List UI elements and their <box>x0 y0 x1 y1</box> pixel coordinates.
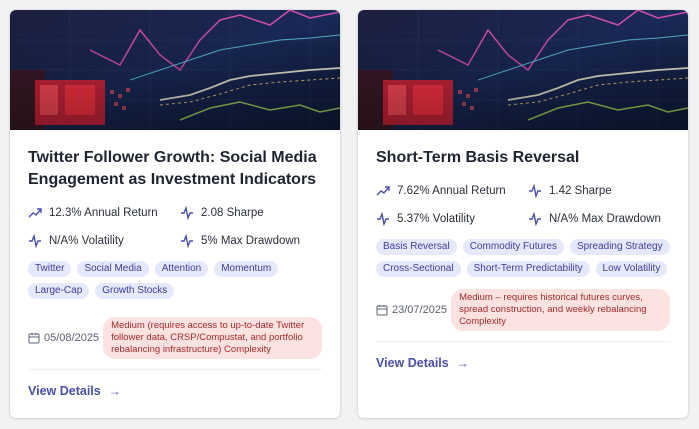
tag[interactable]: Cross-Sectional <box>376 261 461 277</box>
metric-value: 5.37% Volatility <box>397 213 475 225</box>
strategy-card[interactable]: Twitter Follower Growth: Social Media En… <box>10 10 340 418</box>
arrow-right-icon: → <box>456 356 469 370</box>
tag[interactable]: Spreading Strategy <box>569 239 670 255</box>
annual-return-metric: 12.3% Annual Return <box>28 205 180 221</box>
view-details-label: View Details <box>376 356 449 370</box>
tag[interactable]: Momentum <box>214 261 279 277</box>
calendar-icon <box>28 333 40 344</box>
chart-banner-image <box>10 10 340 130</box>
tag[interactable]: Attention <box>154 261 209 277</box>
calendar-icon <box>376 305 388 316</box>
trending-up-icon <box>376 186 390 196</box>
activity-icon <box>181 234 193 248</box>
sharpe-metric: 1.42 Sharpe <box>528 183 678 199</box>
metric-value: N/A% Max Drawdown <box>549 213 661 225</box>
date-text: 05/08/2025 <box>44 332 100 344</box>
metric-value: 7.62% Annual Return <box>397 185 506 197</box>
arrow-right-icon: → <box>108 384 121 398</box>
card-meta: 23/07/2025 Medium – requires historical … <box>376 289 670 331</box>
activity-icon <box>181 206 193 220</box>
metric-value: 5% Max Drawdown <box>201 235 301 247</box>
metric-value: N/A% Volatility <box>49 235 124 247</box>
tag[interactable]: Social Media <box>77 261 149 277</box>
activity-icon <box>529 212 541 226</box>
tag[interactable]: Large-Cap <box>28 283 90 299</box>
tag[interactable]: Low Volatility <box>595 261 668 277</box>
activity-icon <box>377 212 389 226</box>
view-details-label: View Details <box>28 384 101 398</box>
tag[interactable]: Basis Reversal <box>376 239 457 255</box>
trending-up-icon <box>28 208 42 218</box>
chart-banner-image <box>358 10 688 130</box>
max-drawdown-metric: 5% Max Drawdown <box>180 233 330 249</box>
annual-return-metric: 7.62% Annual Return <box>376 183 528 199</box>
date-text: 23/07/2025 <box>392 304 448 316</box>
strategy-card-grid: Twitter Follower Growth: Social Media En… <box>0 0 699 429</box>
view-details-link[interactable]: View Details → <box>376 356 670 370</box>
tag[interactable]: Twitter <box>28 261 72 277</box>
activity-icon <box>529 184 541 198</box>
metric-value: 2.08 Sharpe <box>201 207 264 219</box>
metrics-grid: 12.3% Annual Return 2.08 Sharpe N/A% Vol… <box>28 205 322 249</box>
tag[interactable]: Short-Term Predictability <box>466 261 590 277</box>
divider <box>376 341 670 342</box>
tag[interactable]: Growth Stocks <box>95 283 175 299</box>
card-title: Twitter Follower Growth: Social Media En… <box>28 149 317 188</box>
card-title: Short-Term Basis Reversal <box>376 149 580 166</box>
activity-icon <box>29 234 41 248</box>
strategy-card[interactable]: Short-Term Basis Reversal 7.62% Annual R… <box>358 10 688 418</box>
tag-list: Twitter Social Media Attention Momentum … <box>28 261 322 299</box>
tag[interactable]: Commodity Futures <box>462 239 564 255</box>
date: 23/07/2025 <box>376 304 447 316</box>
volatility-metric: N/A% Volatility <box>28 233 180 249</box>
complexity-badge: Medium – requires historical futures cur… <box>451 289 670 331</box>
metrics-grid: 7.62% Annual Return 1.42 Sharpe 5.37% Vo… <box>376 183 670 227</box>
volatility-metric: 5.37% Volatility <box>376 211 528 227</box>
card-meta: 05/08/2025 Medium (requires access to up… <box>28 317 322 359</box>
metric-value: 12.3% Annual Return <box>49 207 158 219</box>
sharpe-metric: 2.08 Sharpe <box>180 205 330 221</box>
complexity-badge: Medium (requires access to up-to-date Tw… <box>103 317 322 359</box>
divider <box>28 369 322 370</box>
tag-list: Basis Reversal Commodity Futures Spreadi… <box>376 239 670 277</box>
date: 05/08/2025 <box>28 332 99 344</box>
max-drawdown-metric: N/A% Max Drawdown <box>528 211 678 227</box>
metric-value: 1.42 Sharpe <box>549 185 612 197</box>
view-details-link[interactable]: View Details → <box>28 384 322 398</box>
